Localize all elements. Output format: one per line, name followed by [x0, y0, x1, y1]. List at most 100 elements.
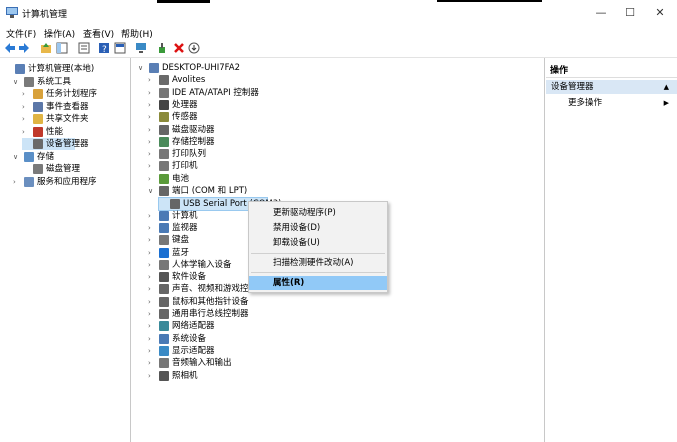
device-label: 端口 (COM 和 LPT)	[172, 186, 248, 196]
device-label: 音频输入和输出	[172, 358, 232, 369]
device-icon	[159, 173, 169, 184]
expand-down-icon[interactable]: ∨	[138, 62, 146, 74]
actions-device-manager[interactable]: 设备管理器 ▲	[546, 80, 677, 94]
chevron-right-icon[interactable]: ›	[148, 234, 156, 246]
console-tree-icon	[33, 89, 43, 99]
console-tree-icon	[33, 101, 43, 112]
maximize-button[interactable]: ☐	[619, 4, 641, 22]
ctx-scan-hardware[interactable]: 扫描检测硬件改动(A)	[249, 256, 387, 270]
chevron-right-icon[interactable]: ›	[148, 87, 156, 99]
menu-help[interactable]: 帮助(H)	[121, 27, 153, 40]
console-tree-label: 磁盘管理	[46, 164, 81, 174]
device-label: 存储控制器	[172, 136, 215, 147]
device-label: IDE ATA/ATAPI 控制器	[172, 87, 259, 98]
help-icon[interactable]: ?	[98, 42, 110, 54]
top-edge-artifact	[157, 0, 210, 3]
close-button[interactable]: ✕	[649, 4, 671, 22]
chevron-right-icon[interactable]: ›	[148, 345, 156, 357]
chevron-right-icon[interactable]: ›	[148, 148, 156, 160]
computer-management-icon	[6, 7, 18, 18]
device-label: 软件设备	[172, 272, 207, 283]
chevron-right-icon[interactable]: ›	[148, 210, 156, 222]
chevron-right-icon[interactable]: ›	[22, 88, 30, 100]
device-icon	[159, 259, 169, 270]
menu-view[interactable]: 查看(V)	[83, 27, 114, 40]
chevron-right-icon[interactable]: ›	[148, 124, 156, 136]
actions-header: 操作	[546, 64, 677, 78]
submenu-arrow-icon: ▶	[663, 99, 669, 107]
expand-down-icon[interactable]: ∨	[13, 151, 21, 163]
chevron-right-icon[interactable]: ›	[148, 271, 156, 283]
console-tree-icon	[24, 151, 34, 162]
device-label: 监视器	[172, 222, 198, 233]
device-icon	[159, 247, 169, 258]
ctx-separator	[251, 253, 385, 254]
chevron-right-icon[interactable]: ›	[148, 296, 156, 308]
view-icon[interactable]	[114, 42, 126, 54]
device-icon	[159, 136, 169, 147]
context-menu: 更新驱动程序(P) 禁用设备(D) 卸载设备(U) 扫描检测硬件改动(A) 属性…	[248, 201, 388, 293]
chevron-right-icon[interactable]: ›	[148, 370, 156, 382]
device-icon	[159, 272, 169, 283]
forward-arrow-icon[interactable]	[18, 42, 30, 54]
expand-down-icon[interactable]: ∨	[148, 185, 156, 197]
chevron-right-icon[interactable]: ›	[148, 74, 156, 86]
device-icon	[159, 296, 169, 307]
device-label: Avolites	[172, 75, 206, 86]
monitor-icon[interactable]	[135, 42, 147, 54]
uninstall-icon[interactable]	[173, 42, 185, 54]
up-folder-icon[interactable]	[40, 42, 52, 54]
device-label: 磁盘驱动器	[172, 124, 215, 135]
title-bar: 计算机管理 — ☐ ✕	[0, 0, 677, 26]
chevron-right-icon[interactable]: ›	[148, 247, 156, 259]
chevron-right-icon[interactable]: ›	[148, 308, 156, 320]
console-tree-label: 任务计划程序	[46, 89, 98, 99]
ctx-properties[interactable]: 属性(R)	[249, 276, 387, 290]
download-icon[interactable]	[188, 42, 200, 54]
device-icon	[170, 199, 180, 210]
ctx-update-driver[interactable]: 更新驱动程序(P)	[249, 206, 387, 220]
chevron-right-icon[interactable]: ›	[148, 160, 156, 172]
menu-file[interactable]: 文件(F)	[6, 27, 36, 40]
menu-action[interactable]: 操作(A)	[44, 27, 75, 40]
chevron-right-icon[interactable]: ›	[148, 173, 156, 185]
console-tree-icon	[24, 176, 34, 187]
device-label: 电池	[172, 173, 190, 184]
chevron-right-icon[interactable]: ›	[148, 283, 156, 295]
chevron-right-icon[interactable]: ›	[148, 259, 156, 271]
device-label: 显示适配器	[172, 345, 215, 356]
console-tree-icon	[33, 164, 43, 174]
chevron-right-icon[interactable]: ›	[22, 126, 30, 138]
device-label: 通用串行总线控制器	[172, 309, 249, 319]
chevron-right-icon[interactable]: ›	[22, 113, 30, 125]
device-icon	[159, 235, 169, 246]
chevron-right-icon[interactable]: ›	[148, 333, 156, 345]
ctx-uninstall-device[interactable]: 卸载设备(U)	[249, 236, 387, 250]
console-tree-row[interactable]: 设备管理器	[22, 138, 89, 150]
chevron-right-icon[interactable]: ›	[148, 99, 156, 111]
device-label: 传感器	[172, 112, 198, 123]
ctx-disable-device[interactable]: 禁用设备(D)	[249, 221, 387, 235]
device-icon	[159, 370, 169, 381]
device-icon	[159, 222, 169, 233]
device-label: 网络适配器	[172, 321, 215, 332]
expand-down-icon[interactable]: ∨	[13, 76, 21, 88]
chevron-right-icon[interactable]: ›	[22, 101, 30, 113]
actions-more[interactable]: 更多操作 ▶	[546, 96, 677, 110]
minimize-button[interactable]: —	[590, 4, 612, 22]
device-icon	[159, 124, 169, 135]
console-tree-icon[interactable]	[56, 42, 68, 54]
update-driver-icon[interactable]	[157, 42, 169, 54]
device-icon	[159, 149, 169, 160]
chevron-right-icon[interactable]: ›	[148, 111, 156, 123]
chevron-right-icon[interactable]: ›	[148, 222, 156, 234]
chevron-right-icon[interactable]: ›	[148, 136, 156, 148]
device-icon	[159, 210, 169, 221]
back-arrow-icon[interactable]	[4, 42, 16, 54]
chevron-right-icon[interactable]: ›	[148, 320, 156, 332]
actions-pane: 操作 设备管理器 ▲ 更多操作 ▶	[546, 58, 677, 442]
chevron-right-icon[interactable]: ›	[148, 357, 156, 369]
chevron-right-icon[interactable]: ›	[13, 176, 21, 188]
console-tree-icon	[33, 126, 43, 137]
properties-icon[interactable]	[78, 42, 90, 54]
